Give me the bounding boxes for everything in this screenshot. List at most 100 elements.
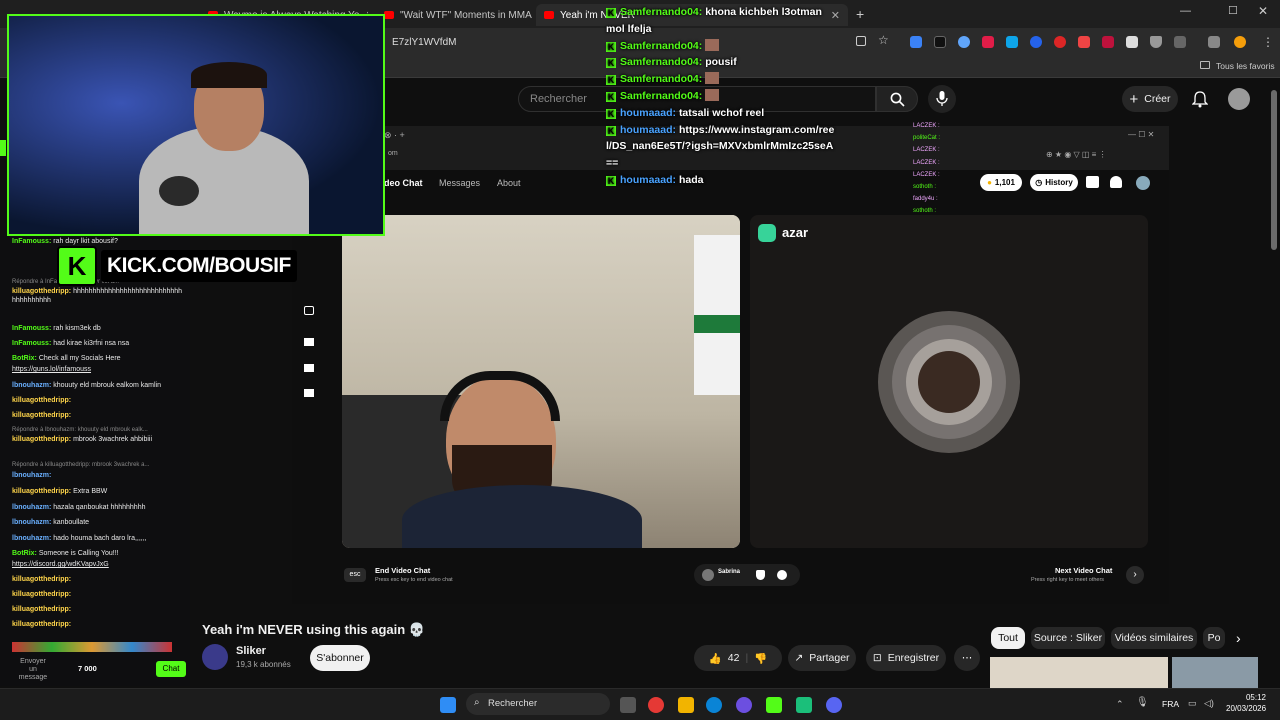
clock-time[interactable]: 05:12 xyxy=(1226,693,1266,702)
shield-icon[interactable] xyxy=(1150,36,1162,48)
thumbs-down-icon[interactable]: 👎 xyxy=(754,652,767,665)
extension-icon[interactable] xyxy=(910,36,922,48)
thumbs-up-icon[interactable]: 👍 xyxy=(709,652,722,665)
next-video-chat-button[interactable]: Next Video Chat xyxy=(1055,566,1112,575)
task-view-icon[interactable] xyxy=(620,697,636,713)
report-shield-icon[interactable] xyxy=(756,570,765,580)
extension-icon[interactable] xyxy=(1006,36,1018,48)
kick-badge-icon: K xyxy=(606,75,616,86)
kick-app-icon[interactable] xyxy=(766,697,782,713)
tab-video-chat[interactable]: deo Chat xyxy=(384,178,423,188)
extension-icon[interactable] xyxy=(1126,36,1138,48)
extension-icon[interactable] xyxy=(1054,36,1066,48)
chip-more[interactable]: Po xyxy=(1203,627,1225,649)
chip-related[interactable]: Vidéos similaires xyxy=(1111,627,1197,649)
bell-icon[interactable] xyxy=(1192,91,1208,108)
taskbar-search[interactable]: ⌕ Rechercher xyxy=(466,693,610,715)
history-button[interactable]: ◷ History xyxy=(1030,174,1078,191)
more-actions-button[interactable]: ⋯ xyxy=(954,645,980,671)
chip-source[interactable]: Source : Sliker xyxy=(1031,627,1105,649)
channel-name[interactable]: Sliker xyxy=(236,645,266,657)
extension-icon[interactable] xyxy=(1078,36,1090,48)
bookmarks-folder-label[interactable]: Tous les favoris xyxy=(1216,61,1275,71)
chevron-right-icon[interactable]: › xyxy=(1236,630,1241,646)
discord-icon[interactable] xyxy=(826,697,842,713)
save-button[interactable]: ⊡ Enregistrer xyxy=(866,645,946,671)
profile-icon[interactable] xyxy=(1136,176,1150,190)
kick-channel-badge: K KICK.COM/BOUSIF xyxy=(57,246,333,286)
notification-icon[interactable] xyxy=(1110,176,1122,188)
install-icon[interactable] xyxy=(856,36,866,46)
channel-avatar[interactable] xyxy=(202,644,228,670)
app-icon[interactable] xyxy=(736,697,752,713)
mini-chat-line: LACZEK : xyxy=(913,147,940,154)
clock-date[interactable]: 20/03/2026 xyxy=(1226,704,1266,713)
grid-icon[interactable] xyxy=(304,389,314,397)
network-icon[interactable]: ▭ xyxy=(1188,698,1197,709)
extensions-puzzle-icon[interactable] xyxy=(1174,36,1186,48)
edge-icon[interactable] xyxy=(706,697,722,713)
new-tab-button[interactable]: + xyxy=(856,6,864,22)
minimize-button[interactable]: — xyxy=(1180,5,1191,17)
chat-line: killuagotthedripp: mbrook 3wachrek ahbib… xyxy=(12,436,153,443)
volume-icon[interactable]: ◁) xyxy=(1204,698,1214,709)
tab-messages[interactable]: Messages xyxy=(439,178,480,188)
more-vert-icon[interactable]: ⋮ xyxy=(1262,35,1274,49)
share-button[interactable]: ↗ Partager xyxy=(788,645,856,671)
search-button[interactable] xyxy=(876,86,918,112)
extension-icon[interactable] xyxy=(958,36,970,48)
extension-icon[interactable] xyxy=(982,36,994,48)
subscribe-button[interactable]: S'abonner xyxy=(310,645,370,671)
microphone-tray-icon[interactable]: 🎙 xyxy=(1136,697,1149,708)
windows-start-icon[interactable] xyxy=(440,697,456,713)
related-thumbnail[interactable] xyxy=(1172,657,1258,688)
emote-bar[interactable] xyxy=(12,642,172,652)
gift-icon[interactable] xyxy=(1086,176,1099,188)
extension-icon[interactable] xyxy=(934,36,946,48)
streamer-webcam xyxy=(7,14,385,236)
url-text[interactable]: E7zlY1WVfdM xyxy=(392,37,456,48)
chip-all[interactable]: Tout xyxy=(991,627,1025,649)
page-scrollbar[interactable] xyxy=(1271,90,1277,250)
account-avatar[interactable] xyxy=(1228,88,1250,110)
chat-bubble-icon[interactable] xyxy=(777,570,787,580)
related-thumbnail[interactable] xyxy=(990,657,1168,688)
chat-line: lbnouhazm: hazala qanboukat hhhhhhhhh xyxy=(12,504,146,511)
chat-link[interactable]: https://discord.gg/wdKVapvJxG xyxy=(12,560,184,569)
chat-message-input[interactable]: Envoyer un message xyxy=(16,658,50,682)
chat-line: killuagotthedripp: xyxy=(12,397,72,404)
chat-line: BotRix: Check all my Socials Here xyxy=(12,355,121,362)
kick-badge-icon: K xyxy=(606,91,616,102)
tray-chevron-icon[interactable]: ⌃ xyxy=(1116,699,1124,710)
tab-mma[interactable]: "Wait WTF" Moments in MMA✕ xyxy=(376,4,532,26)
kick-badge-icon: K xyxy=(606,8,616,18)
menu-icon[interactable] xyxy=(1208,36,1220,48)
layout-icon[interactable] xyxy=(304,338,314,346)
bookmark-star-icon[interactable]: ☆ xyxy=(878,33,889,47)
overlay-chat-line: Khoumaaad: tatsali wchof reel xyxy=(606,106,765,119)
plus-icon: + xyxy=(1129,90,1139,108)
chat-link[interactable]: https://guns.lol/infamouss xyxy=(12,365,184,374)
language-indicator[interactable]: FRA xyxy=(1162,699,1179,709)
extension-icon[interactable] xyxy=(1030,36,1042,48)
tab-about[interactable]: About xyxy=(497,178,521,188)
end-video-chat-button[interactable]: End Video Chat xyxy=(375,566,430,575)
like-count[interactable]: 42 xyxy=(728,652,740,664)
arrow-right-icon[interactable]: › xyxy=(1126,566,1144,584)
file-explorer-icon[interactable] xyxy=(678,697,694,713)
coins-badge[interactable]: ● 1,101 xyxy=(980,174,1022,191)
chat-send-button[interactable]: Chat xyxy=(156,661,186,677)
profile-avatar[interactable] xyxy=(1234,36,1246,48)
close-window-button[interactable]: ✕ xyxy=(1258,4,1268,18)
maximize-button[interactable]: ☐ xyxy=(1228,4,1238,17)
voice-search-button[interactable] xyxy=(928,85,956,113)
create-button[interactable]: + Créer xyxy=(1122,86,1178,112)
mini-chat: LACZEK : politeCat : LACZEK : LACZEK : L… xyxy=(913,120,963,220)
channel-points[interactable]: 7 000 xyxy=(78,664,97,673)
chat-line: InFamouss: rah dayr lkit abousif? xyxy=(12,238,118,245)
stack-icon[interactable] xyxy=(304,364,314,372)
camera-icon[interactable] xyxy=(304,306,314,315)
chrome-icon[interactable] xyxy=(648,697,664,713)
app-icon[interactable] xyxy=(796,697,812,713)
extension-icon[interactable] xyxy=(1102,36,1114,48)
